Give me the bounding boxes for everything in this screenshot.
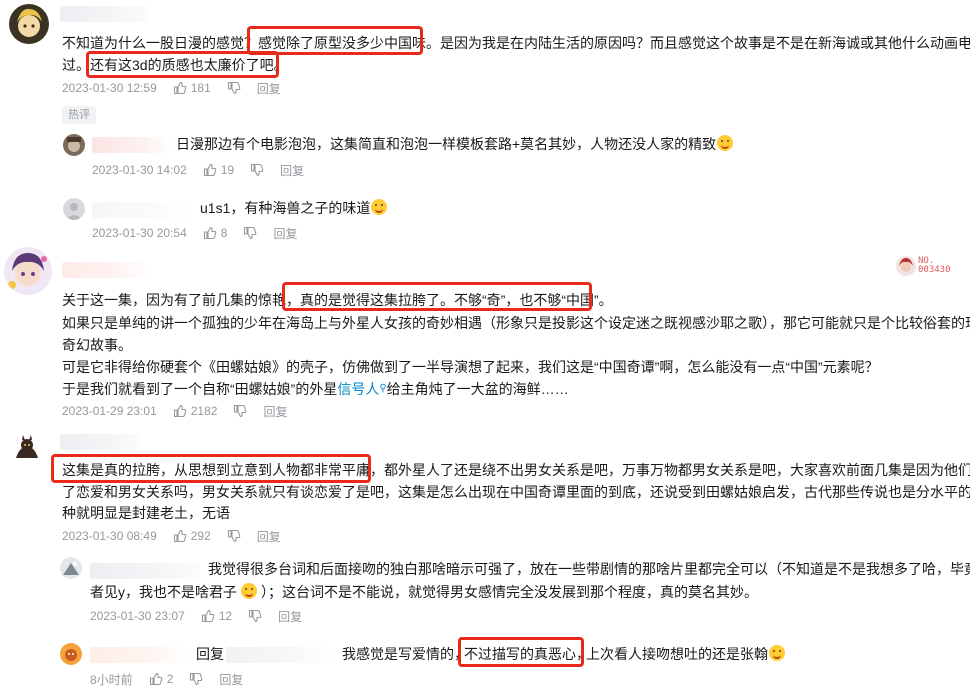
comment-text-line: 于是我们就看到了一个自称“田螺姑娘”的外星信号人⚲给主角炖了一大盆的海鲜…… [62, 381, 569, 397]
emoji-icon [241, 583, 257, 599]
username[interactable] [92, 137, 172, 153]
reply-button[interactable]: 回复 [280, 162, 304, 179]
avatar[interactable] [10, 432, 44, 466]
username[interactable] [90, 563, 200, 579]
timestamp: 2023-01-30 12:59 [62, 81, 157, 95]
dislike-icon [227, 81, 241, 95]
timestamp: 2023-01-30 14:02 [92, 163, 187, 177]
reply-button[interactable]: 回复 [257, 528, 281, 545]
like-count: 292 [190, 529, 211, 543]
like-button[interactable]: 2182 [173, 404, 218, 418]
dislike-icon [251, 163, 264, 177]
like-button[interactable]: 12 [201, 609, 232, 623]
reply-meta: 2023-01-30 14:02 19 回复 [92, 162, 304, 178]
reply-text-line: 我觉得很多台词和后面接吻的独白那啥暗示可强了，放在一些带剧情的那啥片里都完全可以… [208, 561, 970, 577]
like-count: 19 [220, 163, 235, 177]
like-count: 8 [220, 226, 228, 240]
like-count: 181 [190, 81, 211, 95]
comment-meta: 2023-01-29 23:01 2182 回复 [62, 403, 287, 419]
dislike-icon [227, 529, 241, 543]
reply-button[interactable]: 回复 [263, 403, 287, 420]
reply-text: 日漫那边有个电影泡泡，这集简直和泡泡一样模板套路+莫名其妙，人物还没人家的精致 [176, 132, 734, 156]
reply-meta: 2023-01-30 23:07 12 回复 [90, 608, 302, 624]
reply-button[interactable]: 回复 [278, 608, 302, 625]
avatar[interactable] [63, 198, 85, 220]
avatar[interactable] [63, 134, 85, 156]
dislike-button[interactable] [248, 609, 262, 623]
timestamp: 2023-01-30 08:49 [62, 529, 157, 543]
avatar[interactable] [4, 247, 52, 295]
dislike-icon [244, 226, 257, 240]
reply-text: 我感觉是写爱情的， [342, 646, 468, 662]
username[interactable] [92, 202, 196, 218]
reply-prefix: 回复 [196, 646, 224, 662]
search-icon: ⚲ [379, 383, 387, 394]
like-count: 12 [218, 609, 233, 623]
avatar[interactable] [9, 4, 49, 44]
timestamp: 2023-01-30 20:54 [92, 226, 187, 240]
dislike-button[interactable] [243, 226, 257, 240]
emoji-icon [371, 199, 388, 215]
reply-button[interactable]: 回复 [273, 225, 297, 242]
reply-text: 不过描写的真恶心， [464, 646, 590, 662]
like-icon [149, 672, 163, 686]
emoji-icon [717, 135, 734, 151]
like-count: 2 [166, 672, 174, 686]
reply-button[interactable]: 回复 [257, 80, 281, 97]
dislike-icon [249, 609, 262, 623]
like-icon [201, 609, 215, 623]
like-count: 2182 [190, 404, 218, 418]
username[interactable] [62, 262, 150, 278]
like-button[interactable]: 19 [203, 163, 234, 177]
comment-text-line: 过。还有这3d的质感也太廉价了吧。 [62, 57, 288, 73]
comment-text-line: 可是它非得给你硬套个《田螺姑娘》的壳子，仿佛做到了一半导演想了起来，我们这是“中… [62, 359, 879, 375]
username[interactable] [60, 434, 140, 450]
comment-text-line: 种就明显是封建老土，无语 [62, 505, 230, 521]
dislike-button[interactable] [227, 81, 241, 95]
avatar[interactable] [60, 557, 82, 579]
like-icon [173, 404, 187, 418]
reply-text-line: 者见y，我也不是啥君子 ）；这台词不是不能说，就觉得男女感情完全没发展到那个程度，… [90, 583, 758, 600]
reply-meta: 2023-01-30 20:54 8 回复 [92, 225, 297, 241]
fan-medal: NO. 003430 [896, 256, 951, 276]
like-button[interactable]: 8 [203, 226, 228, 240]
avatar[interactable] [60, 643, 82, 665]
hot-badge: 热评 [62, 106, 96, 124]
reply-meta: 8小时前 2 回复 [90, 671, 243, 687]
comment-meta: 2023-01-30 12:59 181 回复 [62, 80, 281, 96]
medal-number: 003430 [918, 265, 951, 275]
comment-text-line: 不知道为什么一股日漫的感觉？感觉除了原型没多少中国味。是因为我是在内陆生活的原因… [62, 35, 970, 51]
like-button[interactable]: 2 [149, 672, 174, 686]
timestamp: 2023-01-30 23:07 [90, 609, 185, 623]
reply-button[interactable]: 回复 [219, 671, 243, 688]
like-icon [173, 529, 187, 543]
timestamp: 2023-01-29 23:01 [62, 404, 157, 418]
like-icon [173, 81, 187, 95]
like-button[interactable]: 181 [173, 81, 211, 95]
timestamp: 8小时前 [90, 672, 133, 687]
dislike-button[interactable] [227, 529, 241, 543]
comment-text-line: 如果只是单纯的讲一个孤独的少年在海岛上与外星人女孩的奇妙相遇（形象只是投影这个设… [62, 315, 970, 331]
username[interactable] [60, 6, 148, 22]
mention-username[interactable] [226, 647, 338, 663]
medal-avatar-icon [896, 256, 916, 276]
dislike-button[interactable] [189, 672, 203, 686]
like-button[interactable]: 292 [173, 529, 211, 543]
dislike-icon [190, 672, 203, 686]
topic-link[interactable]: 信号人 [337, 381, 379, 397]
dislike-button[interactable] [250, 163, 264, 177]
like-icon [203, 163, 217, 177]
comment-text-line: 这集是真的拉胯，从思想到立意到人物都非常平庸，都外星人了还是绕不出男女关系是吧，… [62, 462, 970, 478]
dislike-button[interactable] [233, 404, 247, 418]
emoji-icon [769, 645, 785, 661]
username[interactable] [90, 647, 190, 663]
reply-text: 上次看人接吻想吐的还是张翰 [586, 642, 785, 666]
reply-text: u1s1，有种海兽之子的味道 [200, 196, 388, 220]
dislike-icon [234, 404, 247, 418]
comment-meta: 2023-01-30 08:49 292 回复 [62, 528, 281, 544]
like-icon [203, 226, 217, 240]
comment-text-line: 奇幻故事。 [62, 337, 132, 353]
comment-text-line: 关于这一集，因为有了前几集的惊艳，真的是觉得这集拉胯了。不够“奇”，也不够“中国… [62, 292, 613, 308]
